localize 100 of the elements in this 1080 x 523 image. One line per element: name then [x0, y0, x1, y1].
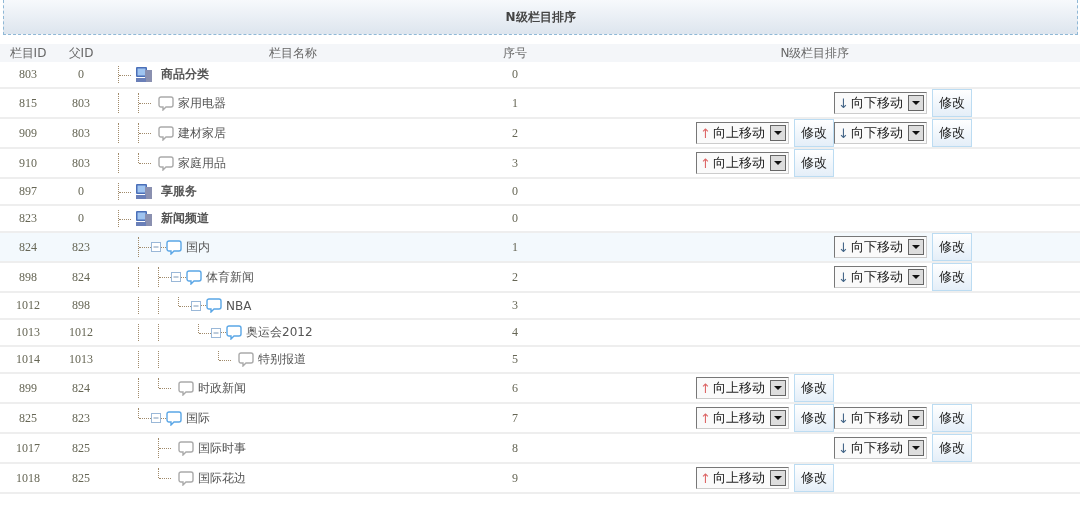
edit-button[interactable]: 修改 — [793, 374, 834, 402]
caret-icon — [907, 440, 924, 456]
speech-bubble-icon — [226, 325, 242, 340]
table-cell: 898 — [56, 293, 106, 320]
caret-icon — [907, 410, 924, 426]
table-cell: 910 — [0, 149, 56, 179]
table-cell: 815 — [0, 89, 56, 119]
table-cell: 0 — [480, 179, 550, 206]
category-name: 家用电器 — [178, 94, 226, 112]
edit-button[interactable]: 修改 — [931, 89, 972, 117]
category-name: 家庭用品 — [178, 154, 226, 172]
move-select[interactable]: ↓向下移动 — [834, 407, 927, 429]
category-name: 建材家居 — [178, 124, 226, 142]
speech-bubble-icon — [158, 125, 174, 141]
move-select[interactable]: ↓向下移动 — [834, 266, 927, 288]
caret-icon — [769, 470, 786, 486]
category-name: 新闻频道 — [161, 210, 209, 227]
table-cell: 9 — [480, 464, 550, 494]
table-cell: 7 — [480, 404, 550, 434]
speech-bubble-icon — [178, 380, 194, 396]
table-cell: 909 — [0, 119, 56, 149]
speech-bubble-icon — [166, 239, 182, 255]
table-cell: 825 — [56, 434, 106, 464]
table-cell: 823 — [56, 404, 106, 434]
edit-button[interactable]: 修改 — [793, 404, 834, 432]
category-name: NBA — [226, 298, 252, 313]
table-cell: 824 — [0, 233, 56, 263]
category-name: 国内 — [186, 238, 210, 256]
table-cell: 1012 — [0, 293, 56, 320]
table-cell: 899 — [0, 374, 56, 404]
speech-bubble-icon — [238, 352, 254, 367]
table-cell: 803 — [56, 89, 106, 119]
table-cell: 825 — [56, 464, 106, 494]
table-cell: 3 — [480, 293, 550, 320]
table-cell: 4 — [480, 320, 550, 347]
table-cell: 1018 — [0, 464, 56, 494]
move-select[interactable]: ↑向上移动 — [696, 122, 789, 144]
edit-button[interactable]: 修改 — [931, 233, 972, 261]
edit-button[interactable]: 修改 — [793, 149, 834, 177]
category-name: 商品分类 — [161, 66, 209, 83]
table-cell: 824 — [56, 263, 106, 293]
table-cell: 1017 — [0, 434, 56, 464]
category-name: 享服务 — [161, 183, 197, 200]
table-cell: 8 — [480, 434, 550, 464]
table-cell: 0 — [480, 62, 550, 89]
computer-icon — [135, 66, 153, 83]
minus-box-icon[interactable] — [171, 272, 181, 282]
edit-button[interactable]: 修改 — [793, 119, 834, 147]
table-cell: 825 — [0, 404, 56, 434]
move-select[interactable]: ↑向上移动 — [696, 407, 789, 429]
minus-box-icon[interactable] — [191, 300, 201, 311]
move-select[interactable]: ↓向下移动 — [834, 92, 927, 114]
column-header: 父ID — [56, 44, 106, 62]
category-name: 国际 — [186, 409, 210, 427]
table-cell: 5 — [480, 347, 550, 374]
minus-box-icon[interactable] — [211, 327, 221, 338]
table-cell: 1012 — [56, 320, 106, 347]
computer-icon — [135, 183, 153, 200]
table-cell: 1 — [480, 233, 550, 263]
speech-bubble-icon — [166, 410, 182, 426]
column-header: 栏目名称 — [106, 44, 480, 62]
table-cell: 3 — [480, 149, 550, 179]
speech-bubble-icon — [178, 470, 194, 486]
caret-icon — [769, 155, 786, 171]
column-header: 序号 — [480, 44, 550, 62]
edit-button[interactable]: 修改 — [931, 404, 972, 432]
table-cell: 803 — [56, 149, 106, 179]
move-select[interactable]: ↑向上移动 — [696, 152, 789, 174]
table-cell: 897 — [0, 179, 56, 206]
move-select[interactable]: ↑向上移动 — [696, 377, 789, 399]
table-cell: 0 — [56, 179, 106, 206]
table-cell: 0 — [56, 62, 106, 89]
move-select[interactable]: ↓向下移动 — [834, 122, 927, 144]
category-name: 特别报道 — [258, 351, 306, 368]
move-select[interactable]: ↑向上移动 — [696, 467, 789, 489]
caret-icon — [769, 125, 786, 141]
edit-button[interactable]: 修改 — [931, 119, 972, 147]
edit-button[interactable]: 修改 — [793, 464, 834, 492]
table-cell: 803 — [56, 119, 106, 149]
table-cell: 803 — [0, 62, 56, 89]
table-cell: 6 — [480, 374, 550, 404]
speech-bubble-icon — [186, 269, 202, 285]
speech-bubble-icon — [158, 155, 174, 171]
move-select[interactable]: ↓向下移动 — [834, 236, 927, 258]
move-select[interactable]: ↓向下移动 — [834, 437, 927, 459]
page-title: N级栏目排序 — [505, 8, 576, 26]
caret-icon — [907, 239, 924, 255]
caret-icon — [907, 95, 924, 111]
table-cell: 1013 — [0, 320, 56, 347]
edit-button[interactable]: 修改 — [931, 263, 972, 291]
edit-button[interactable]: 修改 — [931, 434, 972, 462]
caret-icon — [907, 125, 924, 141]
speech-bubble-icon — [158, 95, 174, 111]
category-name: 国际花边 — [198, 469, 246, 487]
category-name: 奥运会2012 — [246, 324, 313, 341]
caret-icon — [769, 380, 786, 396]
minus-box-icon[interactable] — [151, 242, 161, 252]
minus-box-icon[interactable] — [151, 413, 161, 423]
table-cell: 824 — [56, 374, 106, 404]
table-cell: 1014 — [0, 347, 56, 374]
